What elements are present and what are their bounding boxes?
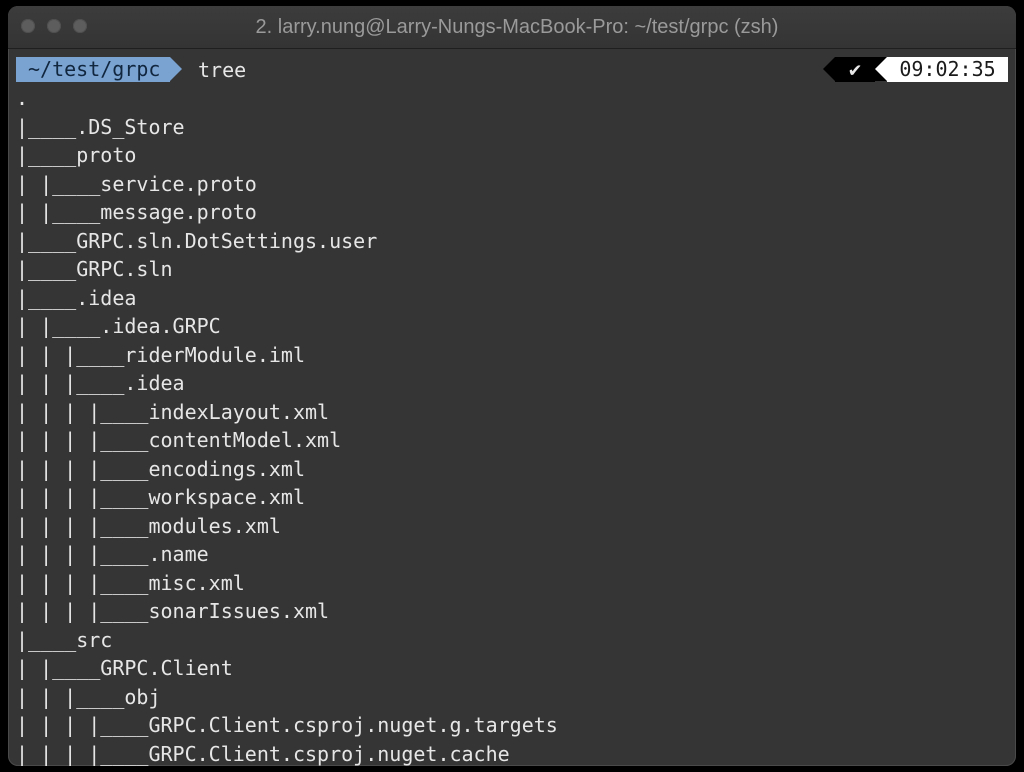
tree-line: |____GRPC.sln bbox=[16, 255, 1008, 284]
tree-prefix: | | | |____ bbox=[16, 542, 149, 566]
tree-entry-name: GRPC.Client.csproj.nuget.g.targets bbox=[148, 713, 558, 737]
tree-line: | | | |____indexLayout.xml bbox=[16, 398, 1008, 427]
tree-entry-name: GRPC.sln bbox=[76, 257, 173, 281]
tree-line: | | |____.idea bbox=[16, 369, 1008, 398]
tree-entry-name: contentModel.xml bbox=[148, 428, 342, 452]
tree-prefix: | | | |____ bbox=[16, 599, 149, 623]
tree-entry-name: src bbox=[76, 627, 113, 652]
tree-line: | | | |____GRPC.Client.csproj.nuget.cach… bbox=[16, 740, 1008, 767]
tree-line: | | | |____encodings.xml bbox=[16, 455, 1008, 484]
tree-entry-name: .idea bbox=[76, 285, 137, 310]
tree-prefix: | | | |____ bbox=[16, 570, 149, 595]
tree-entry-name: .idea bbox=[124, 371, 185, 395]
tree-prefix: | |____ bbox=[16, 200, 101, 224]
tree-line: |____src bbox=[16, 626, 1008, 655]
tree-prefix: | |____ bbox=[16, 171, 101, 196]
tree-prefix: | | |____ bbox=[16, 371, 125, 395]
tree-entry-name: GRPC.sln.DotSettings.user bbox=[76, 228, 378, 253]
tree-prefix: |____ bbox=[16, 114, 77, 139]
status-arrow bbox=[823, 57, 835, 81]
tree-entry-name: . bbox=[16, 86, 29, 110]
tree-line: | | | |____GRPC.Client.csproj.nuget.g.ta… bbox=[16, 711, 1008, 740]
tree-prefix: | | | |____ bbox=[16, 399, 149, 424]
tree-entry-name: GRPC.Client bbox=[100, 656, 233, 680]
tree-line: | | | |____contentModel.xml bbox=[16, 426, 1008, 455]
time-arrow bbox=[875, 57, 887, 81]
tree-entry-name: modules.xml bbox=[148, 513, 281, 538]
tree-prefix: | | | |____ bbox=[16, 713, 149, 737]
tree-prefix: |____ bbox=[16, 627, 77, 652]
tree-line: | |____GRPC.Client bbox=[16, 654, 1008, 683]
tree-entry-name: .name bbox=[148, 542, 209, 566]
tree-line: | | | |____misc.xml bbox=[16, 569, 1008, 598]
tree-prefix: | |____ bbox=[16, 314, 101, 338]
tree-entry-name: riderModule.iml bbox=[124, 342, 305, 367]
tree-line: | | | |____workspace.xml bbox=[16, 483, 1008, 512]
tree-prefix: |____ bbox=[16, 285, 77, 310]
tree-output: . |____.DS_Store |____proto | |____service.… bbox=[16, 84, 1008, 766]
tree-line: | | | |____sonarIssues.xml bbox=[16, 597, 1008, 626]
tree-entry-name: workspace.xml bbox=[148, 485, 305, 509]
tree-line: |____GRPC.sln.DotSettings.user bbox=[16, 227, 1008, 256]
tree-line: | | |____riderModule.iml bbox=[16, 341, 1008, 370]
tree-prefix: | | |____ bbox=[16, 342, 125, 367]
tree-prefix: | | | |____ bbox=[16, 485, 149, 509]
terminal-window: 2. larry.nung@Larry-Nungs-MacBook-Pro: ~… bbox=[8, 6, 1016, 766]
tree-prefix: | | | |____ bbox=[16, 513, 149, 538]
tree-line: | |____.idea.GRPC bbox=[16, 312, 1008, 341]
terminal-content[interactable]: ~/test/grpc tree ✔ 09:02:35 . |____.DS_St… bbox=[16, 56, 1008, 766]
tree-entry-name: indexLayout.xml bbox=[148, 399, 330, 424]
tree-prefix: | | |____ bbox=[16, 684, 125, 709]
tree-line: | |____service.proto bbox=[16, 170, 1008, 199]
tree-line: | | | |____.name bbox=[16, 540, 1008, 569]
tree-entry-name: sonarIssues.xml bbox=[148, 599, 330, 623]
tree-line: | | |____obj bbox=[16, 683, 1008, 712]
tree-line: |____proto bbox=[16, 141, 1008, 170]
tree-entry-name: .DS_Store bbox=[76, 114, 185, 139]
tree-prefix: |____ bbox=[16, 257, 77, 281]
prompt-line: ~/test/grpc tree ✔ 09:02:35 bbox=[16, 56, 1008, 84]
tree-entry-name: service.proto bbox=[100, 171, 257, 196]
tree-line: | |____message.proto bbox=[16, 198, 1008, 227]
tree-prefix: | | | |____ bbox=[16, 428, 149, 452]
tree-entry-name: GRPC.Client.csproj.nuget.cache bbox=[148, 741, 510, 766]
tree-prefix: | | | |____ bbox=[16, 741, 149, 766]
prompt-time: 09:02:35 bbox=[887, 57, 1008, 82]
right-prompt: ✔ 09:02:35 bbox=[823, 57, 1008, 82]
prompt-cwd-arrow bbox=[170, 57, 182, 81]
tree-line: . bbox=[16, 84, 1008, 113]
check-icon: ✔ bbox=[835, 57, 875, 82]
tree-line: |____.idea bbox=[16, 284, 1008, 313]
tree-entry-name: message.proto bbox=[100, 200, 257, 224]
tree-entry-name: misc.xml bbox=[148, 570, 245, 595]
window-title: 2. larry.nung@Larry-Nungs-MacBook-Pro: ~… bbox=[255, 16, 779, 38]
tree-entry-name: .idea.GRPC bbox=[100, 314, 221, 338]
tree-prefix: | | | |____ bbox=[16, 456, 149, 481]
prompt-cwd: ~/test/grpc bbox=[16, 57, 171, 82]
tree-line: |____.DS_Store bbox=[16, 113, 1008, 142]
title-bar[interactable]: 2. larry.nung@Larry-Nungs-MacBook-Pro: ~… bbox=[8, 6, 1016, 49]
tree-entry-name: proto bbox=[76, 143, 137, 167]
tree-prefix: | |____ bbox=[16, 656, 101, 680]
tree-entry-name: encodings.xml bbox=[148, 456, 305, 481]
prompt-command: tree bbox=[198, 58, 247, 82]
tree-prefix: |____ bbox=[16, 228, 77, 253]
tree-line: | | | |____modules.xml bbox=[16, 512, 1008, 541]
tree-prefix: |____ bbox=[16, 143, 77, 167]
tree-entry-name: obj bbox=[124, 684, 161, 709]
